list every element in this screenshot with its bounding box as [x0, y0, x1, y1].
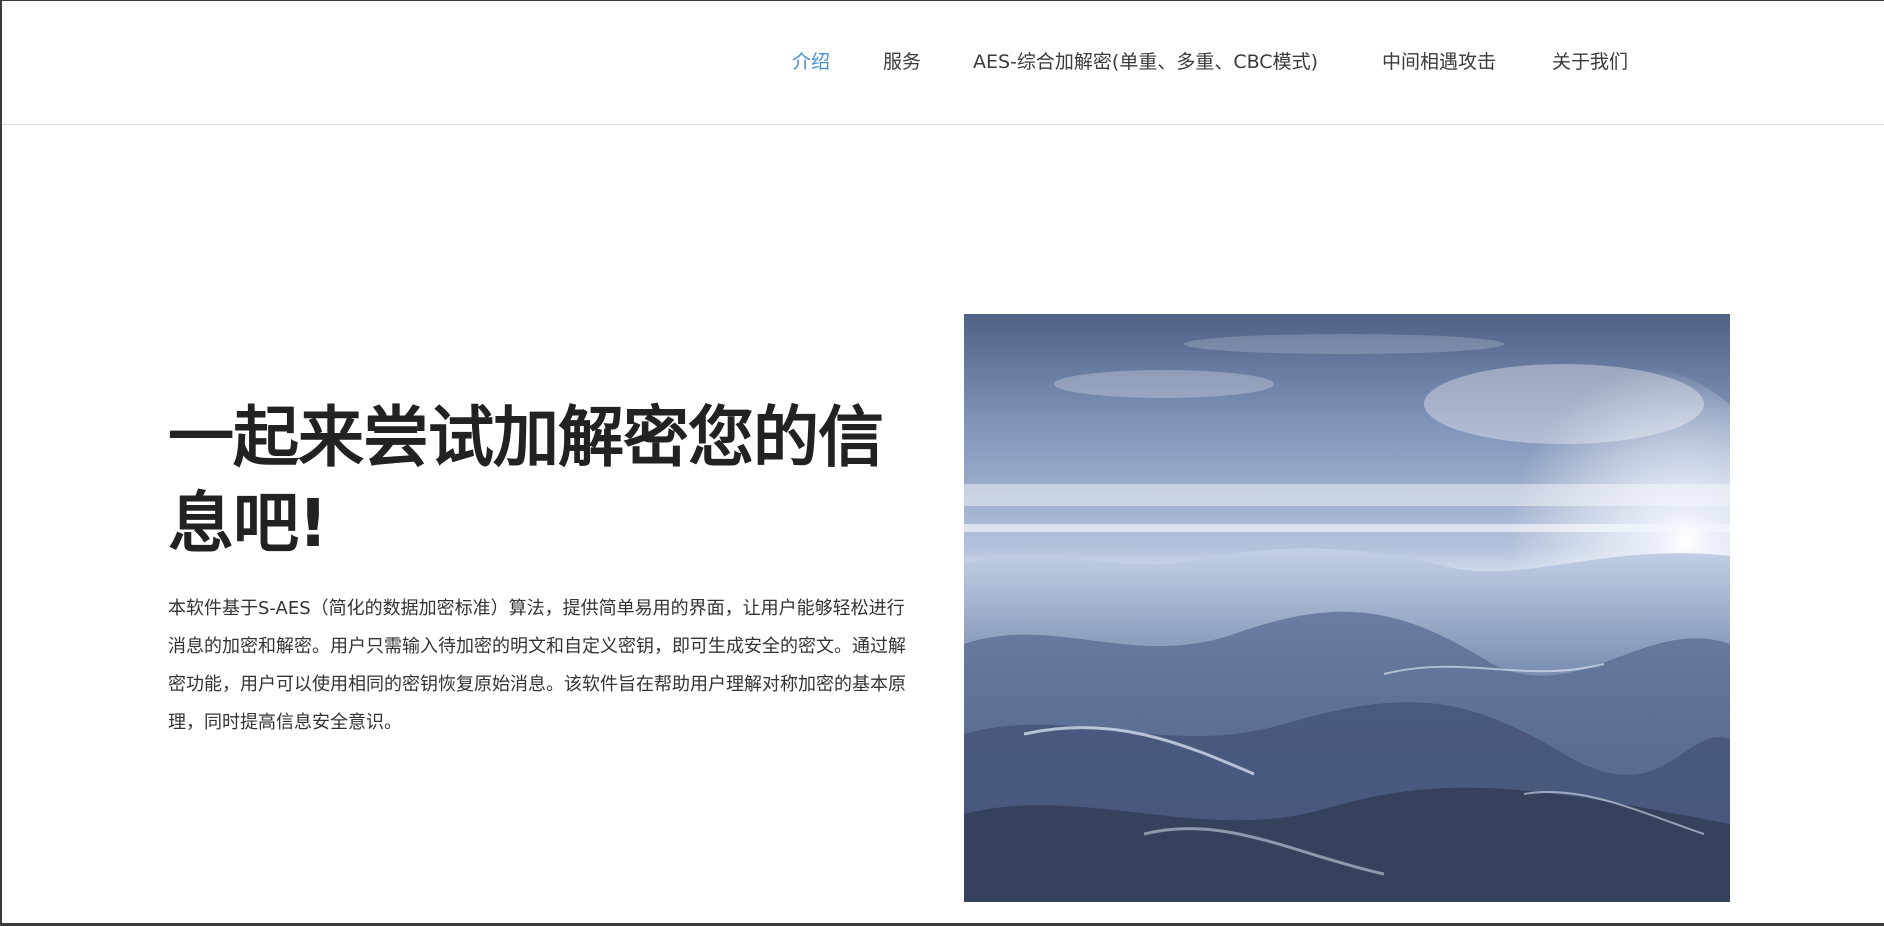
- landscape-illustration: [964, 334, 1730, 902]
- nav-item-about-us[interactable]: 关于我们: [1552, 49, 1628, 75]
- browser-window: 介绍 服务 AES-综合加解密(单重、多重、CBC模式) 中间相遇攻击 关于我们…: [2, 1, 1884, 923]
- nav-item-intro[interactable]: 介绍: [792, 49, 830, 75]
- hero-description: 本软件基于S-AES（简化的数据加密标准）算法，提供简单易用的界面，让用户能够轻…: [168, 598, 906, 733]
- nav-item-meet-in-the-middle[interactable]: 中间相遇攻击: [1382, 49, 1496, 75]
- hero-title: 一起来尝试加解密您的信息吧!: [168, 399, 884, 562]
- hero-image: [964, 314, 1730, 902]
- nav-item-aes-encryption[interactable]: AES-综合加解密(单重、多重、CBC模式): [973, 49, 1318, 75]
- nav-item-services[interactable]: 服务: [883, 49, 921, 75]
- navbar: 介绍 服务 AES-综合加解密(单重、多重、CBC模式) 中间相遇攻击 关于我们: [2, 1, 1884, 125]
